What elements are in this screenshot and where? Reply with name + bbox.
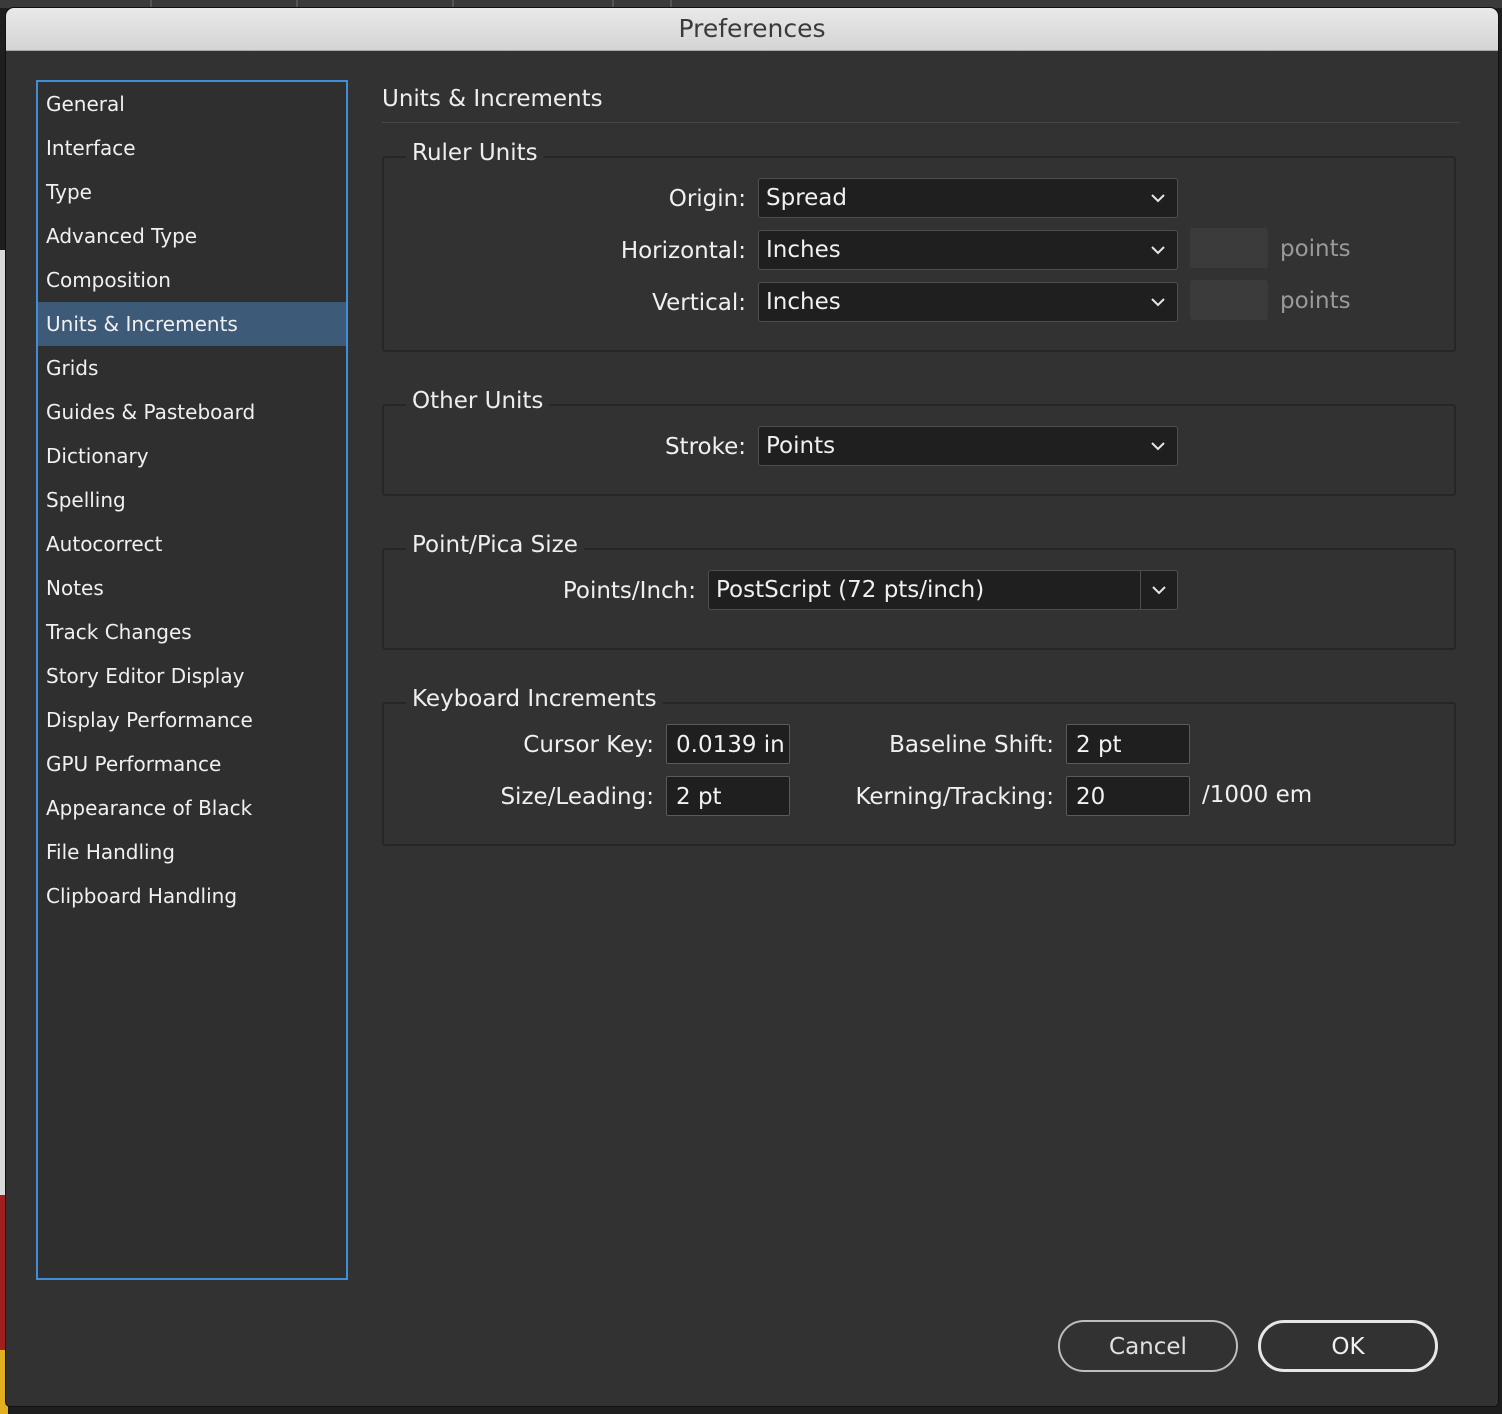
background-app-tabbar bbox=[0, 0, 1502, 8]
horizontal-units-value: Inches bbox=[766, 237, 841, 263]
window-title: Preferences bbox=[6, 8, 1498, 51]
ok-button[interactable]: OK bbox=[1258, 1320, 1438, 1372]
points-inch-combobox[interactable]: PostScript (72 pts/inch) bbox=[708, 570, 1178, 610]
background-tab bbox=[452, 0, 614, 8]
vertical-label: Vertical: bbox=[652, 290, 746, 316]
sidebar-item-grids[interactable]: Grids bbox=[38, 346, 346, 390]
vertical-units-dropdown[interactable]: Inches bbox=[758, 282, 1178, 322]
background-tab bbox=[0, 0, 152, 8]
keyboard-increments-group: Keyboard Increments Cursor Key: 0.0139 i… bbox=[382, 686, 1456, 846]
origin-value: Spread bbox=[766, 185, 847, 211]
sidebar-item-guides-pasteboard[interactable]: Guides & Pasteboard bbox=[38, 390, 346, 434]
panel-title: Units & Increments bbox=[382, 86, 603, 112]
vertical-custom-field bbox=[1190, 280, 1268, 320]
horizontal-label: Horizontal: bbox=[620, 238, 746, 264]
baseline-shift-input[interactable]: 2 pt bbox=[1066, 724, 1190, 764]
chevron-down-icon bbox=[1149, 241, 1167, 259]
cancel-button[interactable]: Cancel bbox=[1058, 1320, 1238, 1372]
sidebar-item-units-increments[interactable]: Units & Increments bbox=[38, 302, 346, 346]
other-units-group: Other Units Stroke: Points bbox=[382, 388, 1456, 496]
origin-dropdown[interactable]: Spread bbox=[758, 178, 1178, 218]
sidebar-item-composition[interactable]: Composition bbox=[38, 258, 346, 302]
size-leading-label: Size/Leading: bbox=[500, 784, 654, 810]
background-tab bbox=[612, 0, 672, 8]
size-leading-value: 2 pt bbox=[676, 784, 722, 810]
sidebar-item-gpu-performance[interactable]: GPU Performance bbox=[38, 742, 346, 786]
horizontal-custom-field bbox=[1190, 228, 1268, 268]
points-inch-label: Points/Inch: bbox=[562, 578, 696, 604]
stroke-units-value: Points bbox=[766, 433, 836, 459]
sidebar-item-appearance-of-black[interactable]: Appearance of Black bbox=[38, 786, 346, 830]
sidebar-item-general[interactable]: General bbox=[38, 82, 346, 126]
horizontal-units-dropdown[interactable]: Inches bbox=[758, 230, 1178, 270]
chevron-down-icon bbox=[1149, 293, 1167, 311]
stroke-label: Stroke: bbox=[664, 434, 746, 460]
sidebar-item-advanced-type[interactable]: Advanced Type bbox=[38, 214, 346, 258]
kerning-tracking-value: 20 bbox=[1076, 784, 1106, 810]
sidebar-item-clipboard-handling[interactable]: Clipboard Handling bbox=[38, 874, 346, 918]
sidebar-item-file-handling[interactable]: File Handling bbox=[38, 830, 346, 874]
panel-divider bbox=[382, 122, 1460, 123]
stroke-units-dropdown[interactable]: Points bbox=[758, 426, 1178, 466]
cursor-key-value: 0.0139 in bbox=[676, 732, 785, 758]
ruler-units-title: Ruler Units bbox=[406, 140, 544, 166]
background-tab bbox=[296, 0, 454, 8]
other-units-title: Other Units bbox=[406, 388, 550, 414]
sidebar-item-track-changes[interactable]: Track Changes bbox=[38, 610, 346, 654]
sidebar-item-autocorrect[interactable]: Autocorrect bbox=[38, 522, 346, 566]
size-leading-input[interactable]: 2 pt bbox=[666, 776, 790, 816]
vertical-unit-label: points bbox=[1280, 288, 1351, 314]
point-pica-size-group: Point/Pica Size Points/Inch: PostScript … bbox=[382, 532, 1456, 650]
background-tab bbox=[150, 0, 298, 8]
cursor-key-input[interactable]: 0.0139 in bbox=[666, 724, 790, 764]
sidebar-item-interface[interactable]: Interface bbox=[38, 126, 346, 170]
baseline-shift-value: 2 pt bbox=[1076, 732, 1122, 758]
ruler-units-group: Ruler Units Origin: Spread Horizontal: I… bbox=[382, 140, 1456, 352]
kerning-unit-label: /1000 em bbox=[1202, 782, 1313, 808]
origin-label: Origin: bbox=[668, 186, 746, 212]
points-inch-value: PostScript (72 pts/inch) bbox=[716, 577, 985, 603]
preferences-category-list[interactable]: General Interface Type Advanced Type Com… bbox=[36, 80, 348, 1280]
kerning-tracking-label: Kerning/Tracking: bbox=[855, 784, 1054, 810]
sidebar-item-dictionary[interactable]: Dictionary bbox=[38, 434, 346, 478]
cursor-key-label: Cursor Key: bbox=[523, 732, 654, 758]
vertical-units-value: Inches bbox=[766, 289, 841, 315]
baseline-shift-label: Baseline Shift: bbox=[889, 732, 1054, 758]
horizontal-unit-label: points bbox=[1280, 236, 1351, 262]
sidebar-item-type[interactable]: Type bbox=[38, 170, 346, 214]
sidebar-item-display-performance[interactable]: Display Performance bbox=[38, 698, 346, 742]
keyboard-increments-title: Keyboard Increments bbox=[406, 686, 663, 712]
chevron-down-icon bbox=[1149, 189, 1167, 207]
sidebar-item-spelling[interactable]: Spelling bbox=[38, 478, 346, 522]
preferences-dialog: Preferences General Interface Type Advan… bbox=[6, 8, 1498, 1406]
sidebar-item-notes[interactable]: Notes bbox=[38, 566, 346, 610]
sidebar-item-story-editor-display[interactable]: Story Editor Display bbox=[38, 654, 346, 698]
category-list-items: General Interface Type Advanced Type Com… bbox=[38, 82, 346, 918]
chevron-down-icon[interactable] bbox=[1140, 571, 1177, 609]
point-pica-size-title: Point/Pica Size bbox=[406, 532, 584, 558]
kerning-tracking-input[interactable]: 20 bbox=[1066, 776, 1190, 816]
chevron-down-icon bbox=[1149, 437, 1167, 455]
